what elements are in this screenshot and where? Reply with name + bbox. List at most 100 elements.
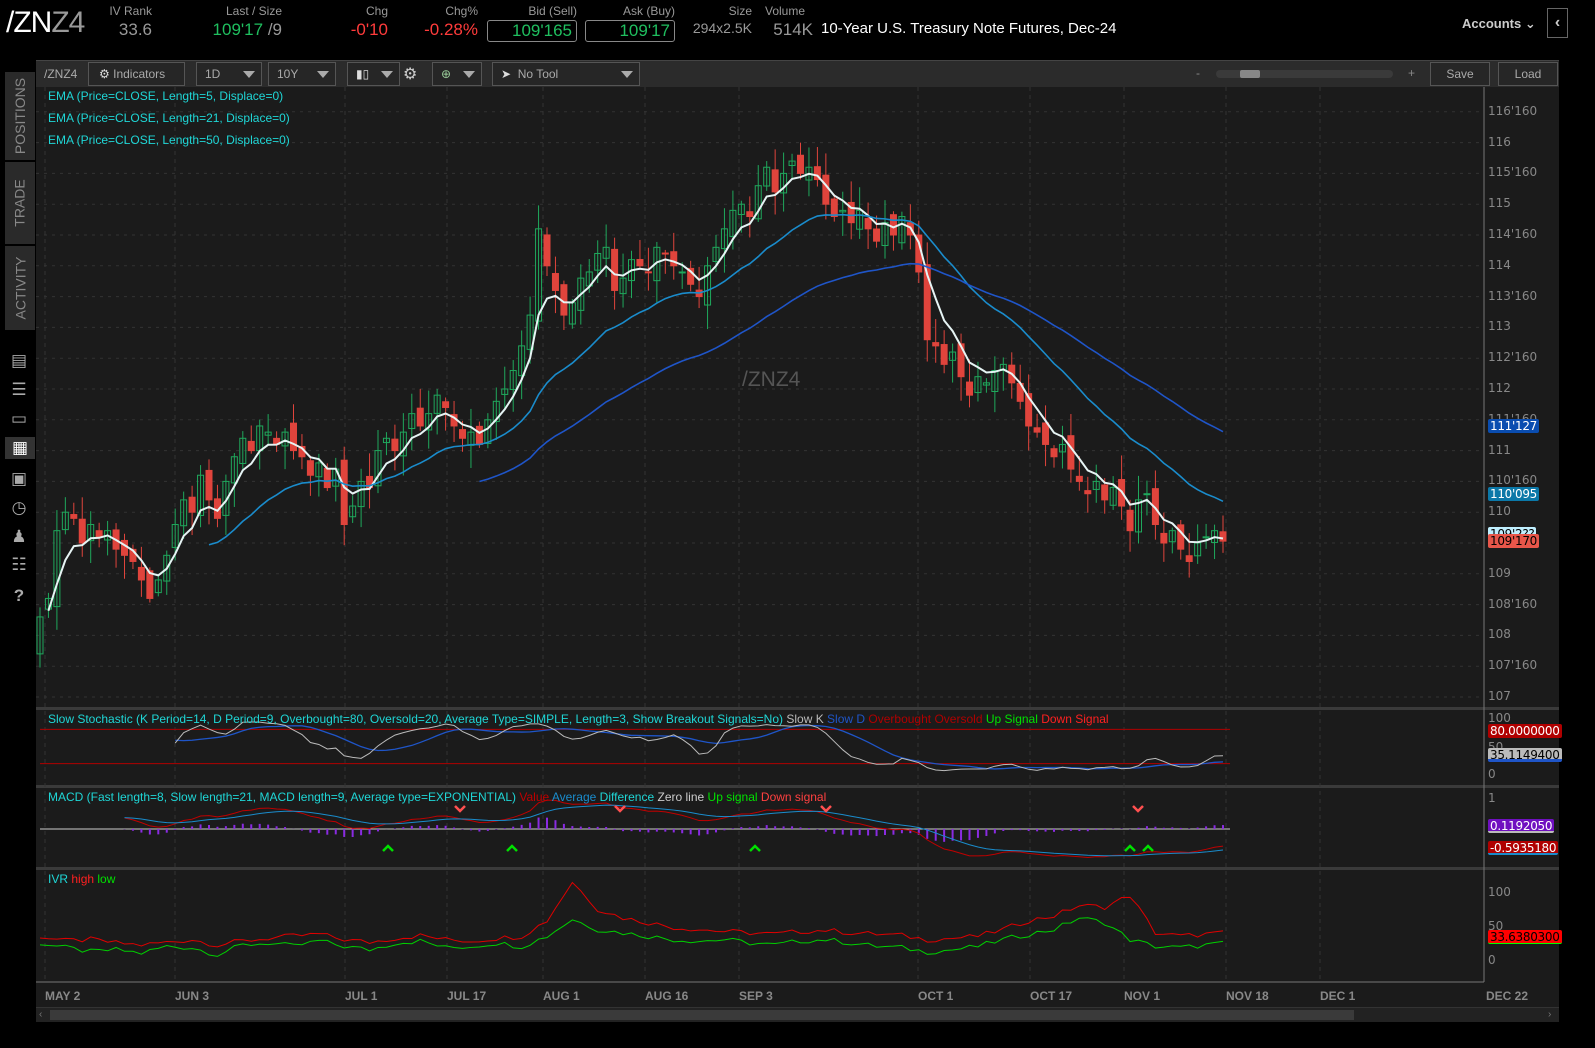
time-axis-label: SEP 3 xyxy=(739,989,773,1003)
candle-down xyxy=(324,468,330,487)
candle-down xyxy=(71,515,77,519)
candle-down xyxy=(662,253,668,254)
time-axis-label: OCT 1 xyxy=(918,989,953,1003)
legend-zero-line: Zero line xyxy=(658,790,705,804)
macd-tag-difference: 0.1192050 xyxy=(1488,819,1554,833)
price-axis-label: 112 xyxy=(1488,381,1511,395)
scroll-right-icon[interactable]: › xyxy=(1548,1009,1551,1020)
candle-down xyxy=(967,382,973,395)
down-signal-arrow xyxy=(615,806,625,811)
candle-down xyxy=(248,441,254,450)
time-axis-label: NOV 1 xyxy=(1124,989,1160,1003)
macd-axis-label: 1 xyxy=(1488,791,1496,805)
down-signal-arrow xyxy=(821,806,831,811)
panel-separator xyxy=(36,785,1559,788)
ema50-legend[interactable]: EMA (Price=CLOSE, Length=50, Displace=0) xyxy=(48,133,290,147)
candle-down xyxy=(1051,449,1057,457)
candle-down xyxy=(1076,476,1082,481)
price-axis-label: 114'160 xyxy=(1488,227,1537,241)
legend-up-signal: Up signal xyxy=(708,790,758,804)
time-axis-label: MAY 2 xyxy=(45,989,80,1003)
candle-down xyxy=(552,274,558,291)
price-tag: 109'170 xyxy=(1488,534,1539,548)
time-axis-label: DEC 1 xyxy=(1320,989,1355,1003)
slow-d-line xyxy=(175,726,1223,769)
candle-down xyxy=(206,470,212,499)
candle-down xyxy=(460,430,466,439)
candle-down xyxy=(874,229,880,241)
price-axis-label: 110 xyxy=(1488,504,1511,518)
candle-down xyxy=(772,170,778,192)
down-signal-arrow xyxy=(455,806,465,811)
up-signal-arrow xyxy=(507,846,517,851)
price-axis-label: 107 xyxy=(1488,689,1511,703)
time-axis-label: DEC 22 xyxy=(1486,989,1528,1003)
candle-down xyxy=(798,155,804,173)
panel-separator xyxy=(36,867,1559,870)
up-signal-arrow xyxy=(383,846,393,851)
candle-down xyxy=(307,461,313,476)
scrollbar-thumb[interactable] xyxy=(50,1010,1354,1020)
price-axis-label: 116 xyxy=(1488,135,1511,149)
panel-separator xyxy=(36,707,1559,710)
candle-down xyxy=(138,567,144,580)
candle-down xyxy=(637,260,643,266)
ivr-high-line xyxy=(40,883,1223,947)
time-axis-label: JUN 3 xyxy=(175,989,209,1003)
legend-difference: Difference xyxy=(600,790,654,804)
price-axis-label: 108 xyxy=(1488,627,1511,641)
ivr-legend[interactable]: IVR high low xyxy=(48,872,115,886)
ema5-legend[interactable]: EMA (Price=CLOSE, Length=5, Displace=0) xyxy=(48,89,283,103)
price-axis-label: 112'160 xyxy=(1488,350,1537,364)
candle-down xyxy=(1220,532,1226,541)
candles xyxy=(37,143,1226,668)
legend-slow-k: Slow K xyxy=(786,712,823,726)
candle-down xyxy=(865,219,871,229)
candle-down xyxy=(890,215,896,235)
candle-down xyxy=(1186,556,1192,562)
legend-down-signal: Down signal xyxy=(761,790,826,804)
down-signal-arrow xyxy=(1133,806,1143,811)
ivr-title: IVR xyxy=(48,872,68,886)
candle-down xyxy=(645,272,651,273)
candle-down xyxy=(79,519,85,543)
legend-slow-d: Slow D xyxy=(827,712,865,726)
candle-down xyxy=(443,402,449,408)
price-axis-label: 109 xyxy=(1488,566,1511,580)
legend-down-signal: Down Signal xyxy=(1041,712,1108,726)
macd-legend[interactable]: MACD (Fast length=8, Slow length=21, MAC… xyxy=(48,790,826,804)
ivr-tag: 33.6380300 xyxy=(1488,930,1562,944)
horizontal-scrollbar[interactable]: ‹ › xyxy=(36,1007,1559,1022)
price-axis-label: 111 xyxy=(1488,443,1511,457)
candle-up xyxy=(1203,537,1209,538)
time-axis-label: AUG 1 xyxy=(543,989,580,1003)
up-signal-arrow xyxy=(750,846,760,851)
candle-down xyxy=(1068,436,1074,469)
candle-down xyxy=(1127,510,1133,530)
scroll-left-icon[interactable]: ‹ xyxy=(39,1009,42,1020)
legend-value: Value xyxy=(519,790,549,804)
ema21-legend[interactable]: EMA (Price=CLOSE, Length=21, Displace=0) xyxy=(48,111,290,125)
candle-down xyxy=(831,199,837,217)
price-axis-label: 107'160 xyxy=(1488,658,1537,672)
legend-oversold: Oversold xyxy=(934,712,982,726)
candle-down xyxy=(671,252,677,266)
candle-down xyxy=(291,423,297,450)
stochastic-legend[interactable]: Slow Stochastic (K Period=14, D Period=9… xyxy=(48,712,1109,726)
time-axis-label: AUG 16 xyxy=(645,989,688,1003)
legend-high: high xyxy=(71,872,94,886)
chart-canvas[interactable] xyxy=(0,0,1595,1048)
price-axis-label: 115'160 xyxy=(1488,165,1537,179)
stoch-tag-slow-k: 35.1149400 xyxy=(1488,748,1562,762)
price-axis-label: 114 xyxy=(1488,258,1511,272)
candle-down xyxy=(1161,533,1167,543)
legend-low: low xyxy=(97,872,115,886)
candle-down xyxy=(147,571,153,599)
candle-down xyxy=(747,212,753,217)
candle-up xyxy=(1144,494,1150,495)
ivr-low-line xyxy=(40,918,1223,957)
stoch-axis-label: 100 xyxy=(1488,711,1511,725)
macd-tag-value: -0.5935180 xyxy=(1488,841,1558,855)
ivr-axis-label: 0 xyxy=(1488,953,1496,967)
candle-down xyxy=(96,531,102,537)
